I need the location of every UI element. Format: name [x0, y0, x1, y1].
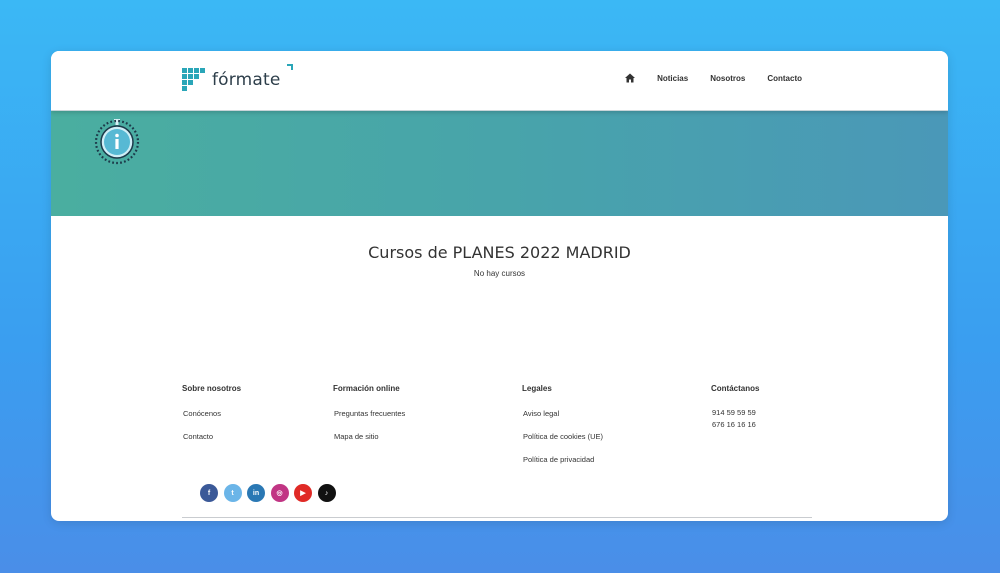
- logo-corner-mark: [286, 64, 293, 70]
- empty-message: No hay cursos: [473, 269, 526, 278]
- nav-item-contacto[interactable]: Contacto: [767, 74, 802, 83]
- footer-link-contacto[interactable]: Contacto: [183, 432, 213, 441]
- footer-heading-online: Formación online: [333, 384, 400, 393]
- footer-phone-1: 914 59 59 59: [712, 408, 756, 417]
- footer-link-sitemap[interactable]: Mapa de sitio: [334, 432, 379, 441]
- facebook-icon[interactable]: f: [200, 484, 218, 502]
- footer-link-faq[interactable]: Preguntas frecuentes: [334, 409, 405, 418]
- nav-item-noticias[interactable]: Noticias: [657, 74, 688, 83]
- footer-divider: [182, 517, 812, 518]
- logo-mark-icon: [182, 68, 206, 92]
- twitter-icon[interactable]: t: [223, 484, 242, 502]
- info-icon: [94, 119, 140, 165]
- browser-page: fórmate Noticias Nosotros Contacto Curso…: [51, 51, 948, 521]
- footer-link-aviso-legal[interactable]: Aviso legal: [523, 409, 559, 418]
- footer-link-privacidad[interactable]: Política de privacidad: [523, 455, 594, 464]
- footer-col-contact: Contáctanos 914 59 59 59 676 16 16 16: [711, 384, 760, 429]
- nav-item-nosotros[interactable]: Nosotros: [710, 74, 745, 83]
- site-header: fórmate Noticias Nosotros Contacto: [51, 51, 948, 111]
- footer-heading-about: Sobre nosotros: [182, 384, 242, 393]
- footer-link-cookies[interactable]: Política de cookies (UE): [523, 432, 603, 441]
- site-logo[interactable]: fórmate: [182, 64, 293, 92]
- linkedin-icon[interactable]: in: [247, 484, 265, 502]
- tiktok-icon[interactable]: ♪: [317, 484, 336, 502]
- footer-link-conocenos[interactable]: Conócenos: [183, 409, 221, 418]
- footer-phone-2: 676 16 16 16: [712, 420, 756, 429]
- footer-col-legal: Legales Aviso legal Política de cookies …: [522, 384, 603, 464]
- logo-text: fórmate: [212, 70, 281, 90]
- page-title: Cursos de PLANES 2022 MADRID: [368, 243, 631, 262]
- footer-heading-contact: Contáctanos: [711, 384, 760, 393]
- social-links: f t in ◎ ▶ ♪: [200, 484, 341, 502]
- main-nav: Noticias Nosotros Contacto: [625, 73, 802, 83]
- home-icon[interactable]: [625, 73, 636, 83]
- hero-banner: [51, 111, 948, 216]
- footer-col-online: Formación online Preguntas frecuentes Ma…: [333, 384, 405, 441]
- instagram-icon[interactable]: ◎: [270, 484, 289, 502]
- youtube-icon[interactable]: ▶: [294, 484, 312, 502]
- footer-heading-legal: Legales: [522, 384, 552, 393]
- footer-col-about: Sobre nosotros Conócenos Contacto: [182, 384, 242, 441]
